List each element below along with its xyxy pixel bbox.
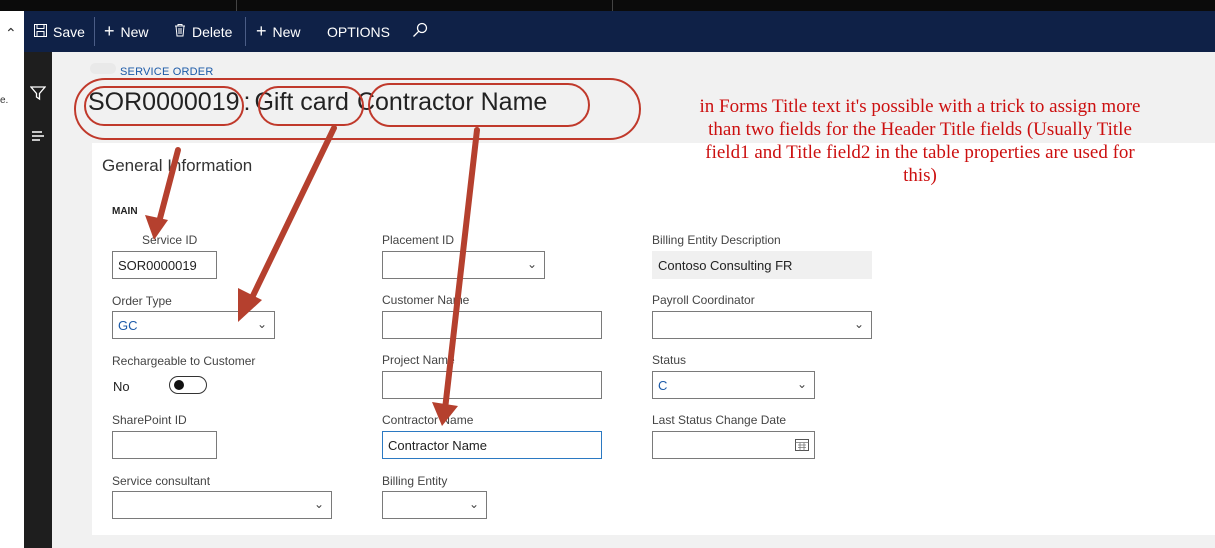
chevron-down-icon: ⌄ xyxy=(256,317,267,331)
service-id-input[interactable]: SOR0000019 xyxy=(112,251,217,279)
project-name-label: Project Name xyxy=(382,353,455,367)
top-strip xyxy=(0,0,1215,11)
billing-entity-description-label: Billing Entity Description xyxy=(652,233,781,247)
strip-divider xyxy=(236,0,237,11)
chevron-down-icon: ⌄ xyxy=(796,377,807,391)
form-card xyxy=(92,143,1215,535)
customer-name-label: Customer Name xyxy=(382,293,470,307)
gutter-text: e. xyxy=(0,95,9,106)
order-type-select[interactable]: GC ⌄ xyxy=(112,311,275,339)
service-id-label: Service ID xyxy=(142,233,198,247)
left-gutter: ⌃ e. xyxy=(0,11,25,548)
placement-id-select[interactable]: ⌄ xyxy=(382,251,545,279)
chevron-down-icon: ⌄ xyxy=(526,257,537,271)
delete-label: Delete xyxy=(192,23,233,40)
save-icon xyxy=(34,23,47,40)
page-title: SOR0000019: Gift card Contractor Name xyxy=(88,88,547,117)
status-label: Status xyxy=(652,353,687,367)
chevron-down-icon: ⌄ xyxy=(313,497,324,511)
rechargeable-label: Rechargeable to Customer xyxy=(112,354,256,368)
rechargeable-toggle[interactable] xyxy=(169,376,207,394)
service-consultant-label: Service consultant xyxy=(112,474,211,488)
status-select[interactable]: C ⌄ xyxy=(652,371,815,399)
title-part-contractor: Contractor Name xyxy=(356,88,548,116)
nav-rail xyxy=(24,11,52,548)
options-tab[interactable]: OPTIONS xyxy=(327,11,390,52)
billing-entity-label: Billing Entity xyxy=(382,474,448,488)
collapse-chevron-icon[interactable]: ⌃ xyxy=(5,25,17,42)
sharepoint-id-input[interactable] xyxy=(112,431,217,459)
search-button[interactable] xyxy=(412,11,428,52)
title-part-id: SOR0000019 xyxy=(88,88,240,116)
payroll-coordinator-select[interactable]: ⌄ xyxy=(652,311,872,339)
customer-name-input[interactable] xyxy=(382,311,602,339)
sharepoint-id-label: SharePoint ID xyxy=(112,413,187,427)
search-icon xyxy=(412,22,428,41)
new2-label: New xyxy=(272,23,301,40)
last-status-change-date-input[interactable] xyxy=(652,431,815,459)
menu-icon[interactable] xyxy=(30,129,46,147)
status-value: C xyxy=(658,377,668,393)
redacted-blob xyxy=(90,63,116,74)
contractor-name-label: Contractor Name xyxy=(382,413,474,427)
toggle-knob xyxy=(174,380,184,390)
billing-entity-description-value: Contoso Consulting FR xyxy=(652,251,872,279)
order-type-label: Order Type xyxy=(112,294,172,308)
trash-icon xyxy=(174,23,186,40)
filter-icon[interactable] xyxy=(29,85,47,105)
title-separator: : xyxy=(243,88,251,116)
rechargeable-value: No xyxy=(113,379,130,394)
order-type-value: GC xyxy=(118,317,138,333)
action-separator xyxy=(245,17,246,46)
plus-icon: + xyxy=(104,21,115,41)
action-separator xyxy=(94,17,95,46)
group-label: MAIN xyxy=(112,206,138,217)
save-label: Save xyxy=(53,23,85,40)
payroll-coordinator-label: Payroll Coordinator xyxy=(652,293,755,307)
delete-button[interactable]: Delete xyxy=(174,11,232,52)
project-name-input[interactable] xyxy=(382,371,602,399)
contractor-name-input[interactable]: Contractor Name xyxy=(382,431,602,459)
new-button-2[interactable]: + New xyxy=(256,11,301,52)
save-button[interactable]: Save xyxy=(34,11,85,52)
service-consultant-select[interactable]: ⌄ xyxy=(112,491,332,519)
new-button[interactable]: + New xyxy=(104,11,149,52)
placement-id-label: Placement ID xyxy=(382,233,455,247)
billing-entity-select[interactable]: ⌄ xyxy=(382,491,487,519)
title-part-name: Gift card xyxy=(254,88,349,116)
strip-divider xyxy=(612,0,613,11)
options-label: OPTIONS xyxy=(327,23,391,40)
action-pane: Save + New Delete + New OPTIONS xyxy=(24,11,1215,52)
new-label: New xyxy=(120,23,149,40)
last-status-change-date-label: Last Status Change Date xyxy=(652,413,787,427)
chevron-down-icon: ⌄ xyxy=(468,497,479,511)
chevron-down-icon: ⌄ xyxy=(853,317,864,331)
annotation-note: in Forms Title text it's possible with a… xyxy=(699,96,1141,186)
section-title[interactable]: General Information xyxy=(102,156,252,176)
breadcrumb[interactable]: SERVICE ORDER xyxy=(120,66,213,78)
calendar-icon[interactable] xyxy=(795,438,809,454)
plus-icon: + xyxy=(256,21,267,41)
